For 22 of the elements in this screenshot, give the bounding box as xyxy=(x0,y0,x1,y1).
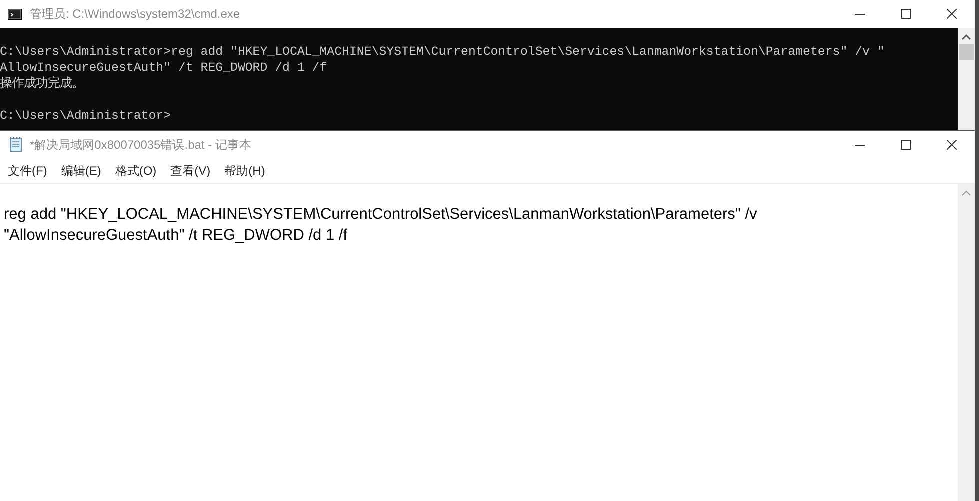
console-line: AllowInsecureGuestAuth" /t REG_DWORD /d 1 /f xyxy=(0,60,328,76)
console-icon xyxy=(8,8,22,20)
scroll-up-icon xyxy=(962,190,971,196)
menu-item[interactable]: 帮助(H) xyxy=(218,162,272,180)
console-line: 操作成功完成。 xyxy=(0,76,85,92)
text-line: "AllowInsecureGuestAuth" /t REG_DWORD /d 1 /f xyxy=(4,226,349,246)
maximize-icon xyxy=(901,140,911,150)
menu-item[interactable]: 编辑(E) xyxy=(54,162,108,180)
menu-item[interactable]: 格式(O) xyxy=(108,162,164,180)
notepad-icon xyxy=(8,137,24,153)
console-line: C:\Users\Administrator>reg add "HKEY_LOCAL_MACHINE\SYSTEM\CurrentControlSet\Services\LanmanWorkstation\Parameters" /v " xyxy=(0,44,886,60)
window-title: 管理员: C:\Windows\system32\cmd.exe xyxy=(30,6,242,23)
text-line: reg add "HKEY_LOCAL_MACHINE\SYSTEM\CurrentControlSet\Services\LanmanWorkstation\Parameters" /v xyxy=(4,205,758,225)
close-icon xyxy=(947,9,957,19)
window-title: *解决局域网0x80070035错误.bat - 记事本 xyxy=(30,137,252,154)
close-icon xyxy=(947,140,957,150)
menu-item[interactable]: 查看(V) xyxy=(164,162,218,180)
console-line: C:\Users\Administrator> xyxy=(0,108,172,124)
menu-item[interactable]: 文件(F) xyxy=(0,162,54,180)
maximize-icon xyxy=(901,9,911,19)
scrollbar-thumb xyxy=(959,44,974,60)
scroll-up-icon xyxy=(962,34,971,40)
